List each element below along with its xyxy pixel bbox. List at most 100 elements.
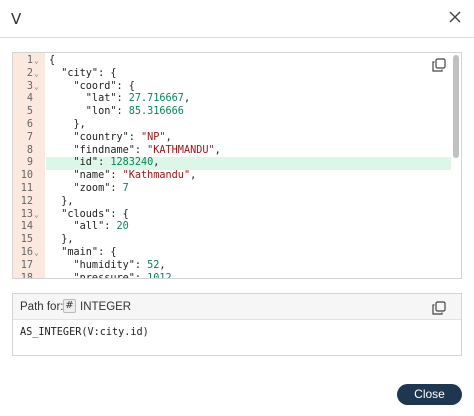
code-line[interactable]: 12 },: [13, 196, 461, 209]
code-token: "coord": {: [49, 80, 135, 92]
code-line[interactable]: 7 "country": "NP",: [13, 132, 461, 145]
code-line[interactable]: 18 "pressure": 1012,: [13, 272, 461, 279]
code-text: "city": {: [46, 68, 451, 81]
scrollbar-thumb[interactable]: [453, 55, 459, 158]
code-token: ,: [171, 272, 178, 279]
code-token: "findname":: [49, 144, 148, 156]
line-number: 16: [20, 246, 33, 258]
code-token: },: [49, 195, 74, 207]
path-expression[interactable]: AS_INTEGER(V:city.id): [20, 327, 149, 338]
code-token: 52: [147, 259, 160, 271]
code-token: "KATHMANDU": [147, 144, 215, 156]
vertical-scrollbar[interactable]: [453, 55, 459, 275]
code-text: "pressure": 1012,: [46, 272, 451, 279]
line-number: 6: [26, 118, 33, 130]
code-text: "findname": "KATHMANDU",: [46, 145, 451, 158]
code-token: },: [49, 118, 86, 130]
line-number: 7: [26, 131, 33, 143]
code-lines: 1 ⌄{2 ⌄ "city": {3 ⌄ "coord": {4 "lat": 27.…: [13, 55, 461, 279]
code-line[interactable]: 15 },: [13, 234, 461, 247]
code-text: "id": 1283240,: [46, 157, 451, 171]
code-line[interactable]: 3 ⌄ "coord": {: [13, 81, 461, 94]
code-line[interactable]: 5 "lon": 85.316666: [13, 106, 461, 119]
code-token: "NP": [141, 131, 166, 143]
dialog-header: V: [0, 0, 474, 38]
line-number: 18: [20, 272, 33, 279]
close-button[interactable]: Close: [397, 384, 462, 405]
code-text: "main": {: [46, 247, 451, 260]
code-token: "all":: [49, 221, 117, 233]
code-text: {: [46, 55, 451, 68]
code-token: "lat":: [49, 93, 129, 105]
line-number: 13: [20, 208, 33, 220]
code-line[interactable]: 2 ⌄ "city": {: [13, 68, 461, 81]
line-number: 9: [26, 157, 33, 169]
code-text: "country": "NP",: [46, 132, 451, 145]
copy-icon[interactable]: [432, 58, 446, 72]
code-token: "zoom":: [49, 182, 123, 194]
code-text: "lon": 85.316666: [46, 106, 451, 119]
code-line[interactable]: 17 "humidity": 52,: [13, 260, 461, 273]
fold-chevron-icon[interactable]: ⌄: [34, 247, 39, 260]
line-number: 15: [20, 234, 33, 246]
code-token: "pressure":: [49, 272, 148, 279]
code-line[interactable]: 1 ⌄ {: [13, 55, 461, 68]
code-line[interactable]: 9 "id": 1283240,: [13, 157, 461, 171]
line-number: 11: [20, 182, 33, 194]
line-number: 17: [20, 259, 33, 271]
code-token: "id":: [49, 157, 111, 169]
code-line[interactable]: 16 ⌄ "main": {: [13, 247, 461, 260]
line-number: 8: [26, 144, 33, 156]
fold-chevron-icon[interactable]: ⌄: [34, 55, 39, 68]
code-token: 7: [122, 182, 129, 194]
code-text: "humidity": 52,: [46, 260, 451, 273]
code-token: ,: [165, 131, 172, 143]
copy-icon[interactable]: [432, 301, 446, 315]
code-token: ,: [159, 259, 166, 271]
code-token: 85.316666: [128, 106, 184, 118]
code-text: },: [46, 196, 451, 209]
fold-chevron-icon[interactable]: ⌄: [34, 68, 39, 81]
code-text: "name": "Kathmandu",: [46, 170, 451, 183]
code-text: "clouds": {: [46, 209, 451, 222]
path-label: Path for:: [20, 301, 64, 313]
code-text: "lat": 27.716667,: [46, 93, 451, 106]
hash-icon: #: [63, 299, 76, 313]
code-line[interactable]: 8 "findname": "KATHMANDU",: [13, 145, 461, 158]
code-line[interactable]: 4 "lat": 27.716667,: [13, 93, 461, 106]
code-line[interactable]: 11 "zoom": 7: [13, 183, 461, 196]
code-text: },: [46, 119, 451, 132]
code-token: {: [49, 55, 56, 66]
line-number: 10: [20, 170, 33, 182]
line-number: 14: [20, 221, 33, 233]
code-token: "main": {: [49, 246, 117, 258]
code-line[interactable]: 6 },: [13, 119, 461, 132]
code-token: 1012: [147, 272, 172, 279]
line-number: 5: [26, 106, 33, 118]
type-label: INTEGER: [80, 301, 132, 313]
code-text: "zoom": 7: [46, 183, 451, 196]
code-text: "coord": {: [46, 81, 451, 94]
code-token: "country":: [49, 131, 142, 143]
close-icon[interactable]: [446, 8, 464, 26]
path-panel-header: Path for: # INTEGER: [13, 294, 461, 320]
code-token: "Kathmandu": [122, 170, 191, 182]
line-number: 1: [26, 55, 33, 66]
line-number: 2: [26, 67, 33, 79]
code-token: "city": {: [49, 67, 117, 79]
code-token: 27.716667: [128, 93, 184, 105]
code-token: "name":: [49, 170, 123, 182]
code-token: ,: [190, 170, 197, 182]
code-line[interactable]: 14 "all": 20: [13, 221, 461, 234]
code-line[interactable]: 10 "name": "Kathmandu",: [13, 170, 461, 183]
code-line[interactable]: 13 ⌄ "clouds": {: [13, 209, 461, 222]
code-token: },: [49, 234, 74, 246]
fold-chevron-icon[interactable]: ⌄: [34, 81, 39, 94]
code-token: ,: [183, 93, 191, 105]
path-panel: Path for: # INTEGER AS_INTEGER(V:city.id…: [12, 293, 462, 356]
code-token: ,: [214, 144, 221, 156]
line-number: 3: [26, 80, 33, 92]
fold-chevron-icon[interactable]: ⌄: [34, 209, 39, 222]
json-editor[interactable]: 1 ⌄{2 ⌄ "city": {3 ⌄ "coord": {4 "lat": 27.…: [12, 52, 462, 279]
line-number: 12: [20, 195, 33, 207]
